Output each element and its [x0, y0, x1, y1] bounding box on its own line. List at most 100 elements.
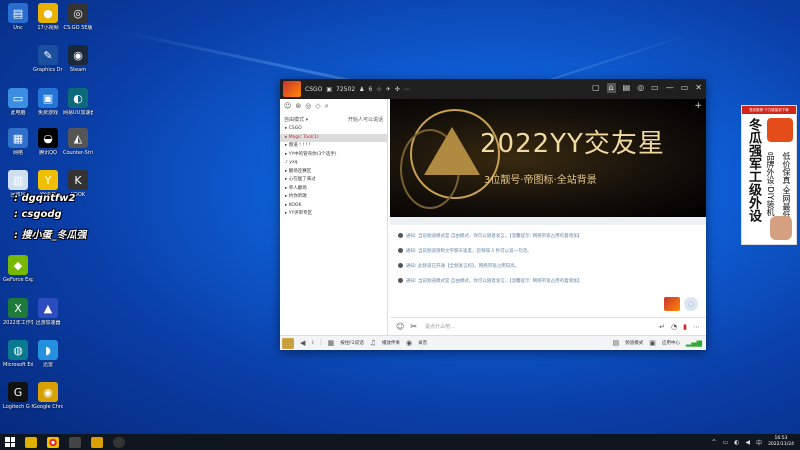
ad-header: 首页推荐·下方链接到下单: [742, 106, 796, 114]
desktop-icon[interactable]: ◭ Counter-Strike: [63, 128, 93, 172]
battery-icon[interactable]: ◐: [734, 439, 739, 446]
app-center-button[interactable]: 应用中心: [662, 340, 680, 346]
add-icon[interactable]: +: [694, 101, 702, 111]
search-icon[interactable]: ⌕: [325, 102, 329, 111]
diamond-icon[interactable]: ◇: [315, 102, 320, 111]
channel-mode-button[interactable]: 频道模式: [625, 340, 643, 346]
promo-banner[interactable]: 2022YY交友星 3位靓号·帝图标·全站背景 +: [390, 99, 706, 217]
push-to-talk-label[interactable]: 按住F2说话: [340, 340, 363, 346]
clock[interactable]: 16:53 2022/11/24: [768, 436, 794, 448]
app-icon: ▣: [38, 88, 58, 108]
user-icon[interactable]: ☺: [284, 102, 291, 111]
ad-fist-image: [770, 216, 792, 240]
maximize-icon[interactable]: ▭: [681, 83, 689, 93]
channel-row[interactable]: ▸ 频道 ! ! ! !: [280, 142, 387, 151]
desktop-icon[interactable]: ● 17小视频: [33, 3, 63, 47]
desktop-icon[interactable]: ▲ 迅游加速器: [33, 298, 63, 342]
channel-row[interactable]: ▸ KOOK: [280, 202, 387, 211]
channel-row[interactable]: ▸ CSGO: [280, 125, 387, 134]
chat-icon[interactable]: ▭: [651, 83, 659, 93]
desktop-icon[interactable]: K KOOK: [63, 170, 93, 214]
desktop-icon[interactable]: ✎ Graphics Drivers: [33, 45, 63, 89]
desktop-icon[interactable]: ◗ 迅雷: [33, 340, 63, 384]
share-icon[interactable]: ✣: [395, 86, 400, 93]
network-icon[interactable]: ▭: [723, 439, 729, 446]
desktop-icon[interactable]: X 2022年工作表: [3, 298, 33, 342]
mode-row: 自由模式 ▾ 开始人可以说话: [280, 114, 387, 125]
desktop-icon[interactable]: ◎ CS:GO 5E版: [63, 3, 93, 47]
desktop-icon[interactable]: ◉ Google Chrome: [33, 382, 63, 426]
video-icon[interactable]: ▢: [592, 83, 600, 93]
play-music-button[interactable]: 播放伴奏: [382, 340, 400, 346]
equalizer-icon[interactable]: ⫶: [320, 339, 322, 348]
start-button[interactable]: [5, 437, 15, 447]
desktop-icon[interactable]: ▣ 免费游戏: [33, 88, 63, 132]
desktop-icon[interactable]: ▤ Unc: [3, 3, 33, 47]
desktop-icon[interactable]: ◆ GeForce Experience: [3, 255, 33, 299]
yy-taskbar-icon[interactable]: [91, 436, 103, 448]
speech-icon[interactable]: ◔: [671, 323, 677, 331]
volume-icon[interactable]: ◀: [745, 439, 750, 446]
chat-input-bar: ☺ ✂ 说点什么吧... ↵ ◔ ▮ ⋯: [390, 317, 706, 335]
game-icon[interactable]: ◎: [637, 83, 644, 93]
app-icon: ◐: [68, 88, 88, 108]
more-icon[interactable]: ⋯: [404, 86, 410, 93]
desktop-icon[interactable]: ▦ 网络: [3, 128, 33, 172]
desktop-icon[interactable]: ◍ Microsoft Edge: [3, 340, 33, 384]
fly-icon[interactable]: ✈: [386, 86, 391, 93]
record-dot-icon[interactable]: ▮: [683, 323, 687, 331]
speaker-icon[interactable]: ◀: [300, 339, 305, 347]
chat-side-buttons: ◌: [664, 297, 698, 311]
channel-row[interactable]: ♪ yxq: [280, 159, 387, 168]
desktop-icon-label: 迅游加速器: [35, 320, 61, 326]
app-icon: ✎: [38, 45, 58, 65]
location-icon[interactable]: ◎: [305, 102, 311, 111]
mode-dropdown[interactable]: 自由模式 ▾: [284, 116, 308, 123]
promo-ad-panel[interactable]: 首页推荐·下方链接到下单 冬瓜强军工级外设 品牌外设·DIY装机 低价保真·全网…: [741, 105, 797, 245]
desktop-icon[interactable]: ▥ 回收站: [3, 170, 33, 214]
favorite-icon[interactable]: ☆: [376, 86, 381, 93]
minimize-icon[interactable]: —: [666, 83, 674, 93]
desktop-icon[interactable]: G Logitech G HUB: [3, 382, 33, 426]
channel-name: CSGO: [305, 85, 323, 93]
settings-icon[interactable]: ⊛: [295, 102, 301, 111]
refresh-icon[interactable]: ◌: [684, 297, 698, 311]
mic-icon[interactable]: ♮: [311, 339, 314, 347]
channel-row[interactable]: ▸ 单人翻场: [280, 185, 387, 194]
chrome-taskbar-icon[interactable]: [47, 436, 59, 448]
record-button[interactable]: 录音: [418, 340, 427, 346]
obs-taskbar-icon[interactable]: [113, 436, 125, 448]
app-icon: ▥: [8, 170, 28, 190]
more-options-icon[interactable]: ⋯: [693, 323, 700, 331]
desktop-icon[interactable]: ▭ 此电脑: [3, 88, 33, 132]
chat-input[interactable]: 说点什么吧...: [425, 323, 455, 330]
ime-indicator[interactable]: 中: [756, 438, 762, 447]
file-explorer-icon[interactable]: [25, 436, 37, 448]
desktop-icon[interactable]: ◐ 网易UU加速器: [63, 88, 93, 132]
desktop-icon[interactable]: Y YY语音: [33, 170, 63, 214]
tray-overflow-icon[interactable]: ^: [711, 439, 716, 446]
desktop-icon[interactable]: ◒ 腾讯QQ: [33, 128, 63, 172]
channel-row[interactable]: ▸ 翻场连赛区: [280, 168, 387, 177]
send-icon[interactable]: ↵: [659, 323, 665, 331]
channel-row[interactable]: ▸ Magic Tool(1): [280, 133, 387, 142]
close-icon[interactable]: ✕: [695, 83, 702, 93]
gift-icon[interactable]: [664, 297, 680, 311]
channel-avatar[interactable]: [283, 81, 301, 97]
csgo-taskbar-icon[interactable]: [69, 436, 81, 448]
emoji-icon[interactable]: ☺: [396, 322, 404, 331]
desktop-icon[interactable]: ◉ Steam: [63, 45, 93, 89]
channel-row[interactable]: ▸ YY中的管弯你(3个选手): [280, 151, 387, 160]
home-icon[interactable]: ⌂: [606, 83, 616, 93]
scissors-icon[interactable]: ✂: [410, 322, 417, 331]
channel-row[interactable]: ▸ 约你听歌: [280, 193, 387, 202]
channel-row[interactable]: ▸ 心在瘦了来过: [280, 176, 387, 185]
channel-row[interactable]: ▸ YY评审专区: [280, 210, 387, 219]
list-icon[interactable]: ▤: [623, 83, 631, 93]
window-titlebar[interactable]: CSGO ▣ 72502 ♟ 6 ☆ ✈ ✣ ⋯ ▢ ⌂ ▤ ◎ ▭ — ▭ ✕: [280, 79, 706, 99]
my-avatar[interactable]: [282, 337, 294, 349]
notice-icon: [398, 248, 403, 253]
ad-logo: [767, 118, 793, 142]
app-icon: ◎: [68, 3, 88, 23]
desktop-icon-label: GeForce Experience: [3, 277, 33, 283]
